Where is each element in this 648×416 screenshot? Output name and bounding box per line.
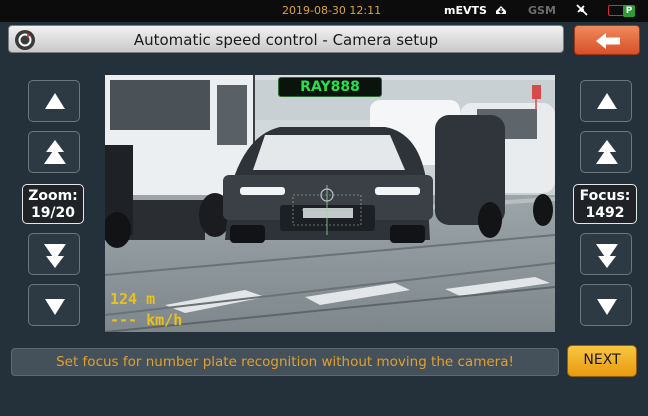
zoom-value-box: Zoom: 19/20 [22, 184, 84, 224]
arrow-down-icon [45, 299, 65, 315]
focus-down-fast-button[interactable] [580, 233, 632, 275]
focus-label: Focus: [579, 188, 631, 204]
page-title: Automatic speed control - Camera setup [133, 31, 439, 49]
zoom-out-fast-button[interactable] [28, 233, 80, 275]
next-button[interactable]: NEXT [567, 345, 637, 377]
recognized-plate: RAY888 [278, 77, 382, 97]
back-button[interactable] [574, 25, 640, 55]
arrow-up-icon [597, 93, 617, 109]
status-datetime: 2019-08-30 12:11 [282, 4, 382, 17]
title-bar: Automatic speed control - Camera setup [8, 25, 564, 53]
zoom-in-fine-button[interactable] [28, 80, 80, 122]
zoom-label: Zoom: [28, 188, 78, 204]
cloud-sync-icon [496, 6, 506, 14]
arrow-left-icon [596, 33, 620, 49]
zoom-in-fast-button[interactable] [28, 131, 80, 173]
focus-down-fine-button[interactable] [580, 284, 632, 326]
speed-readout: --- km/h [110, 311, 183, 329]
power-plug-icon: P [623, 5, 635, 17]
focus-up-fine-button[interactable] [580, 80, 632, 122]
distance-readout: 124 m [110, 290, 156, 308]
status-app-name: mEVTS [444, 4, 487, 17]
double-arrow-down-icon [596, 244, 618, 268]
gsm-signal-indicator: GSM [528, 4, 556, 17]
camera-view [105, 75, 555, 332]
arrow-down-icon [597, 299, 617, 315]
zoom-value: 19/20 [30, 205, 76, 221]
focus-value-box: Focus: 1492 [573, 184, 637, 224]
focus-value: 1492 [585, 205, 625, 221]
arrow-up-icon [45, 93, 65, 109]
instruction-banner: Set focus for number plate recognition w… [11, 348, 559, 376]
camera-image [105, 75, 555, 332]
double-arrow-up-icon [596, 140, 618, 164]
double-arrow-down-icon [44, 244, 66, 268]
zoom-out-fine-button[interactable] [28, 284, 80, 326]
status-bar: 2019-08-30 12:11 mEVTS GSM P [0, 0, 648, 22]
focus-up-fast-button[interactable] [580, 131, 632, 173]
satellite-icon [576, 4, 588, 16]
double-arrow-up-icon [44, 140, 66, 164]
